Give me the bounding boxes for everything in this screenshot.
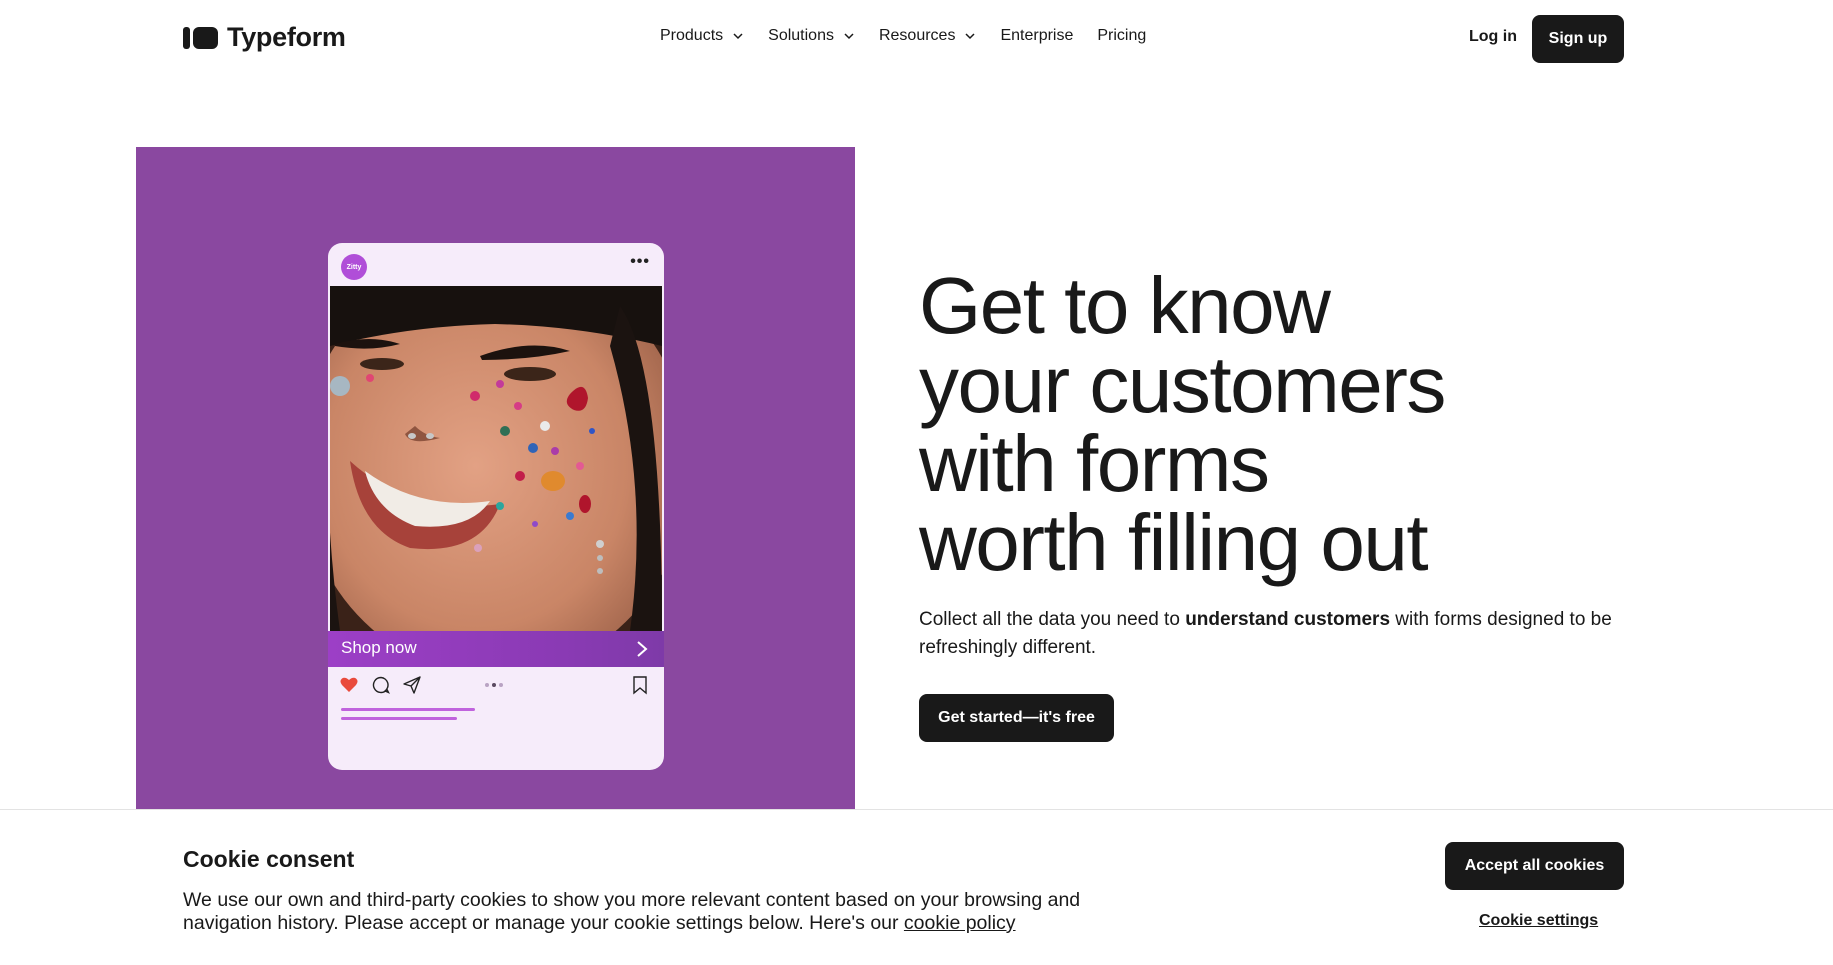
- nav-item-enterprise[interactable]: Enterprise: [1000, 27, 1073, 45]
- shop-now-bar[interactable]: Shop now: [328, 631, 664, 667]
- chevron-right-icon: [637, 641, 648, 657]
- bookmark-icon[interactable]: [630, 675, 650, 695]
- send-icon[interactable]: [402, 675, 422, 695]
- ellipsis-icon: •••: [630, 253, 650, 270]
- nav-item-label: Products: [660, 27, 724, 44]
- accept-all-cookies-button[interactable]: Accept all cookies: [1445, 842, 1624, 890]
- heart-icon[interactable]: [339, 675, 359, 695]
- subtext-bold: understand customers: [1185, 609, 1391, 630]
- headline-line: Get to know: [919, 261, 1331, 350]
- carousel-dots: [485, 683, 503, 687]
- cookie-consent-banner: Cookie consent We use our own and third-…: [0, 809, 1833, 965]
- typeform-logo[interactable]: Typeform: [183, 22, 346, 53]
- headline-line: worth filling out: [919, 498, 1429, 587]
- smiling-woman-photo: [330, 286, 662, 631]
- post-actions: [328, 667, 664, 707]
- nav-item-resources[interactable]: Resources: [879, 27, 976, 45]
- chevron-down-icon: [733, 33, 743, 40]
- nav-item-products[interactable]: Products: [660, 27, 744, 45]
- nav-item-pricing[interactable]: Pricing: [1097, 27, 1146, 45]
- signup-button[interactable]: Sign up: [1532, 15, 1624, 63]
- caption-placeholder-line: [341, 717, 457, 720]
- chevron-down-icon: [844, 33, 854, 40]
- main-nav: Products Solutions Resources Enterprise …: [660, 27, 1170, 45]
- cookie-policy-link[interactable]: cookie policy: [904, 912, 1016, 934]
- site-header: Typeform Products Solutions Resources En…: [0, 0, 1833, 78]
- login-link[interactable]: Log in: [1469, 28, 1517, 46]
- nav-item-solutions[interactable]: Solutions: [768, 27, 855, 45]
- nav-item-label: Enterprise: [1000, 27, 1074, 44]
- post-photo: [330, 286, 662, 631]
- get-started-button[interactable]: Get started—it's free: [919, 694, 1114, 742]
- cookie-title: Cookie consent: [183, 846, 355, 872]
- hero-image-panel: Zitty ••• Shop now: [136, 147, 855, 809]
- shop-now-label: Shop now: [341, 638, 417, 657]
- comment-icon[interactable]: [371, 675, 391, 695]
- chevron-down-icon: [965, 33, 975, 40]
- nav-item-label: Resources: [878, 27, 956, 44]
- headline-line: with forms: [919, 419, 1270, 508]
- subtext-part: Collect all the data you need to: [919, 609, 1186, 630]
- social-post-mockup: Zitty ••• Shop now: [328, 243, 664, 770]
- nav-item-label: Pricing: [1097, 27, 1147, 44]
- logo-text: Typeform: [227, 22, 346, 52]
- cookie-text: We use our own and third-party cookies t…: [183, 889, 1083, 935]
- typeform-logo-icon: [183, 26, 218, 49]
- caption-placeholder-line: [341, 708, 475, 711]
- hero-headline: Get to know your customers with forms wo…: [919, 261, 1619, 587]
- post-header: Zitty •••: [328, 243, 664, 286]
- hero-subtext: Collect all the data you need to underst…: [919, 606, 1619, 662]
- headline-line: your customers: [919, 340, 1446, 429]
- avatar: Zitty: [341, 254, 367, 280]
- nav-item-label: Solutions: [768, 27, 834, 44]
- cookie-settings-link[interactable]: Cookie settings: [1479, 912, 1598, 930]
